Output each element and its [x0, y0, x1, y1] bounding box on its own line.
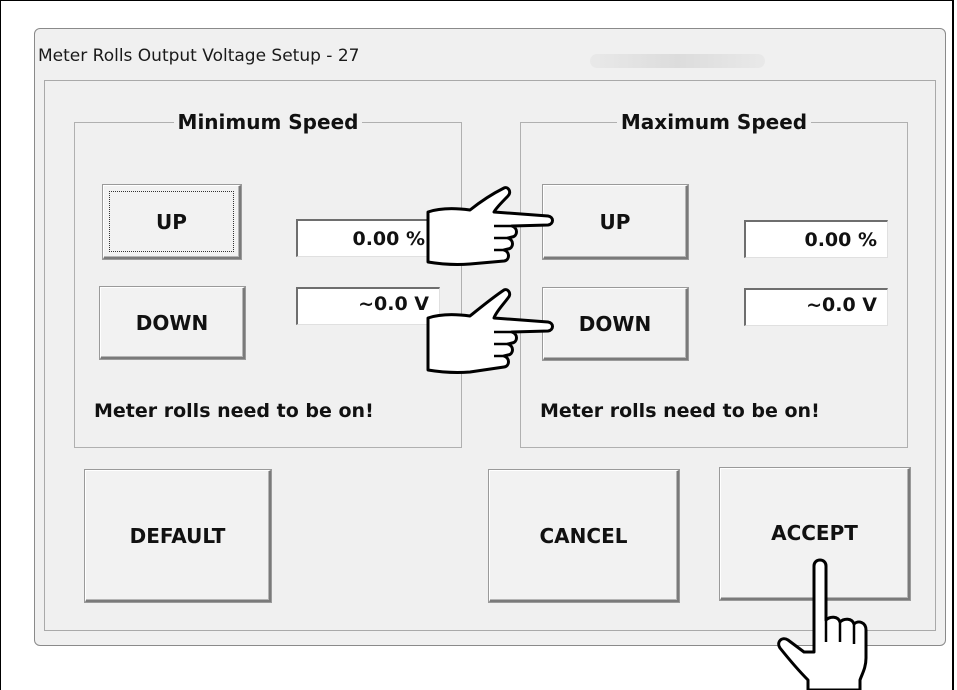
minimum-speed-group: Minimum Speed	[74, 110, 462, 448]
min-speed-down-label: DOWN	[135, 310, 209, 335]
cancel-button[interactable]: CANCEL	[489, 470, 679, 602]
max-speed-voltage-value: ~0.0 V	[744, 288, 888, 326]
min-speed-voltage-value: ~0.0 V	[296, 287, 440, 325]
cancel-label: CANCEL	[539, 523, 628, 548]
max-speed-up-button[interactable]: UP	[543, 185, 688, 259]
default-label: DEFAULT	[129, 523, 226, 548]
window-title: Meter Rolls Output Voltage Setup - 27	[38, 46, 360, 66]
max-speed-down-button[interactable]: DOWN	[543, 288, 688, 360]
default-button[interactable]: DEFAULT	[85, 470, 271, 602]
min-speed-up-button[interactable]: UP	[103, 185, 241, 259]
min-speed-down-button[interactable]: DOWN	[100, 287, 245, 359]
background-window-title-blur	[590, 54, 765, 68]
max-speed-note: Meter rolls need to be on!	[540, 400, 820, 422]
max-speed-up-label: UP	[599, 209, 631, 234]
focus-ring	[109, 191, 234, 252]
min-speed-note: Meter rolls need to be on!	[94, 400, 374, 422]
maximum-speed-legend: Maximum Speed	[620, 110, 808, 134]
max-speed-percent-value: 0.00 %	[744, 220, 888, 258]
min-speed-percent-value: 0.00 %	[296, 219, 436, 257]
accept-label: ACCEPT	[771, 521, 858, 545]
minimum-speed-legend: Minimum Speed	[177, 110, 359, 134]
max-speed-down-label: DOWN	[578, 311, 652, 336]
pointing-hand-up-icon	[777, 558, 868, 690]
pointing-hand-right-icon	[426, 288, 554, 374]
pointing-hand-right-icon	[426, 186, 554, 266]
maximum-speed-group: Maximum Speed	[520, 110, 908, 448]
